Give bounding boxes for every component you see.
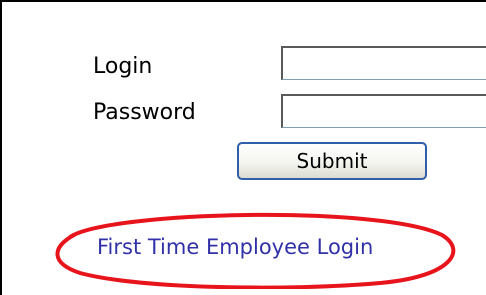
login-input[interactable] (281, 46, 486, 80)
panel-top-border (0, 0, 486, 2)
login-label: Login (93, 54, 153, 79)
submit-button[interactable]: Submit (237, 142, 427, 180)
panel-left-border (0, 0, 2, 295)
first-time-employee-login-link[interactable]: First Time Employee Login (97, 237, 373, 258)
password-label: Password (93, 100, 196, 125)
password-input[interactable] (281, 94, 486, 128)
login-panel: Login Password Submit First Time Employe… (0, 0, 486, 295)
